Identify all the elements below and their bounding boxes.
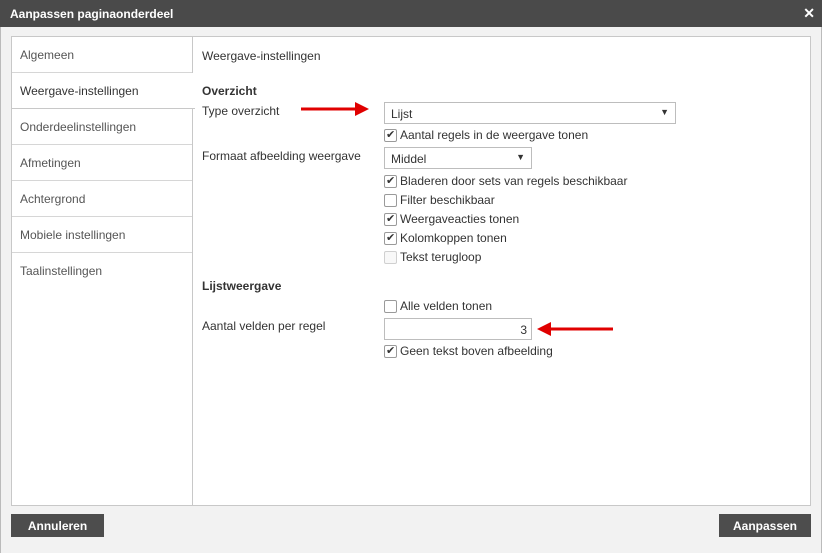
sidebar-item-label: Achtergrond [20,192,86,206]
sidebar-item-afmetingen[interactable]: Afmetingen [12,145,192,181]
show-rows-checkbox[interactable]: Aantal regels in de weergave tonen [384,128,588,142]
annotation-arrow-icon [301,102,369,116]
sidebar-item-label: Algemeen [20,48,75,62]
settings-panel: Algemeen Weergave-instellingen Onderdeel… [11,36,811,506]
option-label: Bladeren door sets van regels beschikbaa… [400,174,628,188]
fields-per-row-input[interactable]: 3 [384,318,532,340]
chevron-down-icon: ▼ [516,152,525,162]
lijstweergave-heading: Lijstweergave [202,279,282,293]
close-icon[interactable]: ✕ [803,4,815,22]
all-fields-checkbox[interactable]: Alle velden tonen [384,299,492,313]
annotation-arrow-icon [537,322,613,336]
checkbox-checked[interactable] [384,231,397,245]
option-column-headers-checkbox[interactable]: Kolomkoppen tonen [384,231,507,245]
type-overzicht-select[interactable]: Lijst ▼ [384,102,676,124]
option-label: Tekst terugloop [400,250,482,264]
option-label: Weergaveacties tonen [400,212,520,226]
checkbox-unchecked[interactable] [384,193,397,207]
checkbox-checked[interactable] [384,212,397,226]
option-view-actions-checkbox[interactable]: Weergaveacties tonen [384,212,519,226]
type-overzicht-label: Type overzicht [202,104,280,118]
sidebar-item-label: Mobiele instellingen [20,228,126,242]
type-overzicht-value: Lijst [391,107,413,121]
sidebar-item-label: Weergave-instellingen [20,84,139,98]
sidebar-item-label: Taalinstellingen [20,264,103,278]
content-area: Weergave-instellingen Overzicht Type ove… [194,37,810,505]
sidebar: Algemeen Weergave-instellingen Onderdeel… [12,37,195,505]
sidebar-item-weergave-instellingen[interactable]: Weergave-instellingen [12,73,195,109]
sidebar-item-label: Onderdeelinstellingen [20,120,137,134]
show-rows-label: Aantal regels in de weergave tonen [400,128,589,142]
dialog-title: Aanpassen paginaonderdeel [10,7,174,21]
option-label: Filter beschikbaar [400,193,495,207]
checkbox-unchecked[interactable] [384,299,397,313]
option-filter-checkbox[interactable]: Filter beschikbaar [384,193,495,207]
sidebar-item-label: Afmetingen [20,156,81,170]
sidebar-item-taalinstellingen[interactable]: Taalinstellingen [12,253,192,289]
checkbox-checked[interactable] [384,174,397,188]
all-fields-label: Alle velden tonen [400,299,493,313]
sidebar-item-achtergrond[interactable]: Achtergrond [12,181,192,217]
no-text-above-image-checkbox[interactable]: Geen tekst boven afbeelding [384,344,553,358]
option-text-wrap-checkbox: Tekst terugloop [384,250,481,264]
option-label: Kolomkoppen tonen [400,231,507,245]
sidebar-item-mobiele-instellingen[interactable]: Mobiele instellingen [12,217,192,253]
sidebar-item-algemeen[interactable]: Algemeen [12,37,192,73]
image-format-select[interactable]: Middel ▼ [384,147,532,169]
cancel-button[interactable]: Annuleren [11,514,104,537]
chevron-down-icon: ▼ [660,107,669,117]
fields-per-row-label: Aantal velden per regel [202,319,326,333]
sidebar-item-onderdeelinstellingen[interactable]: Onderdeelinstellingen [12,109,192,145]
checkbox-checked[interactable] [384,128,397,142]
dialog-body: Algemeen Weergave-instellingen Onderdeel… [0,27,822,553]
option-browse-sets-checkbox[interactable]: Bladeren door sets van regels beschikbaa… [384,174,627,188]
apply-button[interactable]: Aanpassen [719,514,811,537]
checkbox-checked[interactable] [384,344,397,358]
no-text-above-image-label: Geen tekst boven afbeelding [400,344,553,358]
overzicht-heading: Overzicht [202,84,257,98]
section-title: Weergave-instellingen [202,49,321,63]
checkbox-disabled [384,250,397,264]
image-format-value: Middel [391,152,427,166]
dialog-titlebar: Aanpassen paginaonderdeel ✕ [0,0,822,27]
image-format-label: Formaat afbeelding weergave [202,149,361,163]
